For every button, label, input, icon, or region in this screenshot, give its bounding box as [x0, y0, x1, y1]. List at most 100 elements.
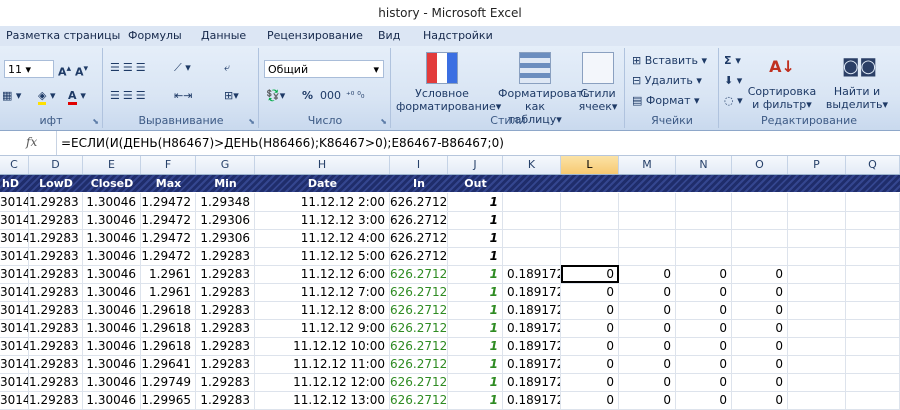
table-cell[interactable]: 3014 [0, 391, 29, 409]
table-cell[interactable]: 1.29283 [29, 247, 83, 265]
table-cell[interactable]: 1.29618 [141, 301, 196, 319]
table-cell[interactable]: 11.12.12 6:00 [255, 265, 390, 283]
header-cell[interactable]: Min [196, 175, 255, 192]
table-cell[interactable]: 1.30046 [83, 391, 141, 409]
table-cell[interactable]: 0 [561, 355, 619, 373]
table-cell[interactable] [788, 211, 846, 229]
fill-icon[interactable]: ⬇ ▾ [724, 71, 742, 91]
table-cell[interactable]: 1.29618 [141, 337, 196, 355]
table-cell[interactable]: 3014 [0, 229, 29, 247]
table-cell[interactable]: 0 [676, 283, 732, 301]
table-cell[interactable] [619, 193, 676, 211]
table-cell[interactable] [846, 319, 900, 337]
header-cell[interactable]: Max [141, 175, 196, 192]
table-cell[interactable]: 1.29472 [141, 247, 196, 265]
column-header[interactable]: P [788, 156, 846, 174]
table-cell[interactable] [788, 229, 846, 247]
table-cell[interactable]: 11.12.12 9:00 [255, 319, 390, 337]
table-cell[interactable]: 0 [732, 391, 788, 409]
table-cell[interactable]: 1.29306 [196, 211, 255, 229]
table-cell[interactable]: 11.12.12 7:00 [255, 283, 390, 301]
table-cell[interactable]: 0 [561, 391, 619, 409]
table-cell[interactable]: 3014 [0, 319, 29, 337]
borders-button[interactable]: ▦ ▾ [2, 86, 21, 106]
header-cell[interactable]: hD [0, 175, 31, 192]
table-cell[interactable] [676, 247, 732, 265]
table-cell[interactable]: 0 [732, 337, 788, 355]
table-cell[interactable]: 0 [676, 373, 732, 391]
tab-review[interactable]: Рецензирование [267, 26, 363, 46]
table-cell[interactable]: 1.29283 [29, 211, 83, 229]
table-cell[interactable]: 626.2712 [390, 247, 448, 265]
table-cell[interactable]: 1.29283 [29, 229, 83, 247]
percent-button[interactable]: % [302, 86, 313, 106]
grow-font-button[interactable]: A▴ A▾ [58, 59, 88, 79]
table-cell[interactable]: 1 [448, 283, 503, 301]
tab-page-layout[interactable]: Разметка страницы [6, 26, 120, 46]
table-cell[interactable] [619, 211, 676, 229]
font-size-box[interactable]: 11 ▾ [4, 60, 54, 78]
table-cell[interactable]: 0.189172 [503, 355, 561, 373]
tab-addins[interactable]: Надстройки [423, 26, 493, 46]
table-cell[interactable]: 11.12.12 8:00 [255, 301, 390, 319]
table-cell[interactable]: 3014 [0, 301, 29, 319]
table-cell[interactable] [846, 247, 900, 265]
table-cell[interactable]: 1.30046 [83, 193, 141, 211]
dialog-launcher-icon[interactable]: ⬊ [380, 117, 387, 126]
currency-button[interactable]: 💱▾ [266, 86, 285, 106]
table-cell[interactable]: 1.2961 [141, 283, 196, 301]
table-cell[interactable]: 3014 [0, 193, 29, 211]
table-cell[interactable]: 1.29283 [29, 337, 83, 355]
table-cell[interactable]: 1.29965 [141, 391, 196, 409]
table-cell[interactable]: 0 [561, 319, 619, 337]
vertical-align-buttons[interactable]: ☰☰☰ [110, 58, 149, 78]
table-cell[interactable]: 0.189172 [503, 265, 561, 283]
table-cell[interactable] [788, 373, 846, 391]
table-cell[interactable] [503, 247, 561, 265]
column-header[interactable]: M [619, 156, 676, 174]
table-cell[interactable]: 0 [619, 319, 676, 337]
fill-color-button[interactable]: ◈ ▾ [38, 86, 56, 106]
table-cell[interactable]: 626.2712 [390, 229, 448, 247]
table-cell[interactable]: 626.2712 [390, 193, 448, 211]
table-cell[interactable]: 1.29348 [196, 193, 255, 211]
table-cell[interactable]: 626.2712 [390, 373, 448, 391]
table-cell[interactable] [619, 229, 676, 247]
table-cell[interactable]: 0 [676, 355, 732, 373]
active-cell[interactable]: 0 [561, 265, 619, 283]
table-cell[interactable]: 1 [448, 391, 503, 409]
table-cell[interactable]: 1.30046 [83, 355, 141, 373]
table-cell[interactable]: 1 [448, 355, 503, 373]
table-cell[interactable]: 1.29283 [196, 373, 255, 391]
clear-icon[interactable]: ◌ ▾ [724, 91, 743, 111]
table-cell[interactable]: 1.29283 [29, 193, 83, 211]
table-cell[interactable]: 0.189172 [503, 373, 561, 391]
tab-formulas[interactable]: Формулы [128, 26, 182, 46]
table-cell[interactable]: 0 [676, 301, 732, 319]
table-cell[interactable]: 0.189172 [503, 391, 561, 409]
table-cell[interactable]: 1.29283 [196, 355, 255, 373]
column-header[interactable]: J [448, 156, 503, 174]
header-cell[interactable]: Date [255, 175, 390, 192]
table-cell[interactable]: 626.2712 [390, 283, 448, 301]
sort-filter-button[interactable]: А↓ Сортировка и фильтр▾ [746, 52, 818, 111]
table-cell[interactable]: 3014 [0, 337, 29, 355]
header-cell[interactable]: CloseD [83, 175, 141, 192]
table-cell[interactable]: 0 [732, 355, 788, 373]
table-cell[interactable]: 1.29283 [196, 283, 255, 301]
table-cell[interactable]: 0 [561, 373, 619, 391]
table-cell[interactable]: 11.12.12 5:00 [255, 247, 390, 265]
table-cell[interactable]: 1.30046 [83, 211, 141, 229]
column-header[interactable]: Q [846, 156, 900, 174]
table-cell[interactable]: 0 [619, 355, 676, 373]
column-header[interactable]: C [0, 156, 29, 174]
table-cell[interactable]: 0 [732, 301, 788, 319]
orientation-button[interactable]: ⟋ ▾ [174, 58, 191, 78]
table-cell[interactable]: 1.29283 [29, 301, 83, 319]
table-cell[interactable]: 0 [732, 283, 788, 301]
decimal-buttons[interactable]: ⁺⁰ ⁰₀ [346, 86, 364, 106]
wrap-text-icon[interactable]: ⤶ [224, 58, 230, 78]
table-cell[interactable]: 1.30046 [83, 247, 141, 265]
table-cell[interactable]: 1.30046 [83, 319, 141, 337]
table-cell[interactable]: 0 [619, 301, 676, 319]
